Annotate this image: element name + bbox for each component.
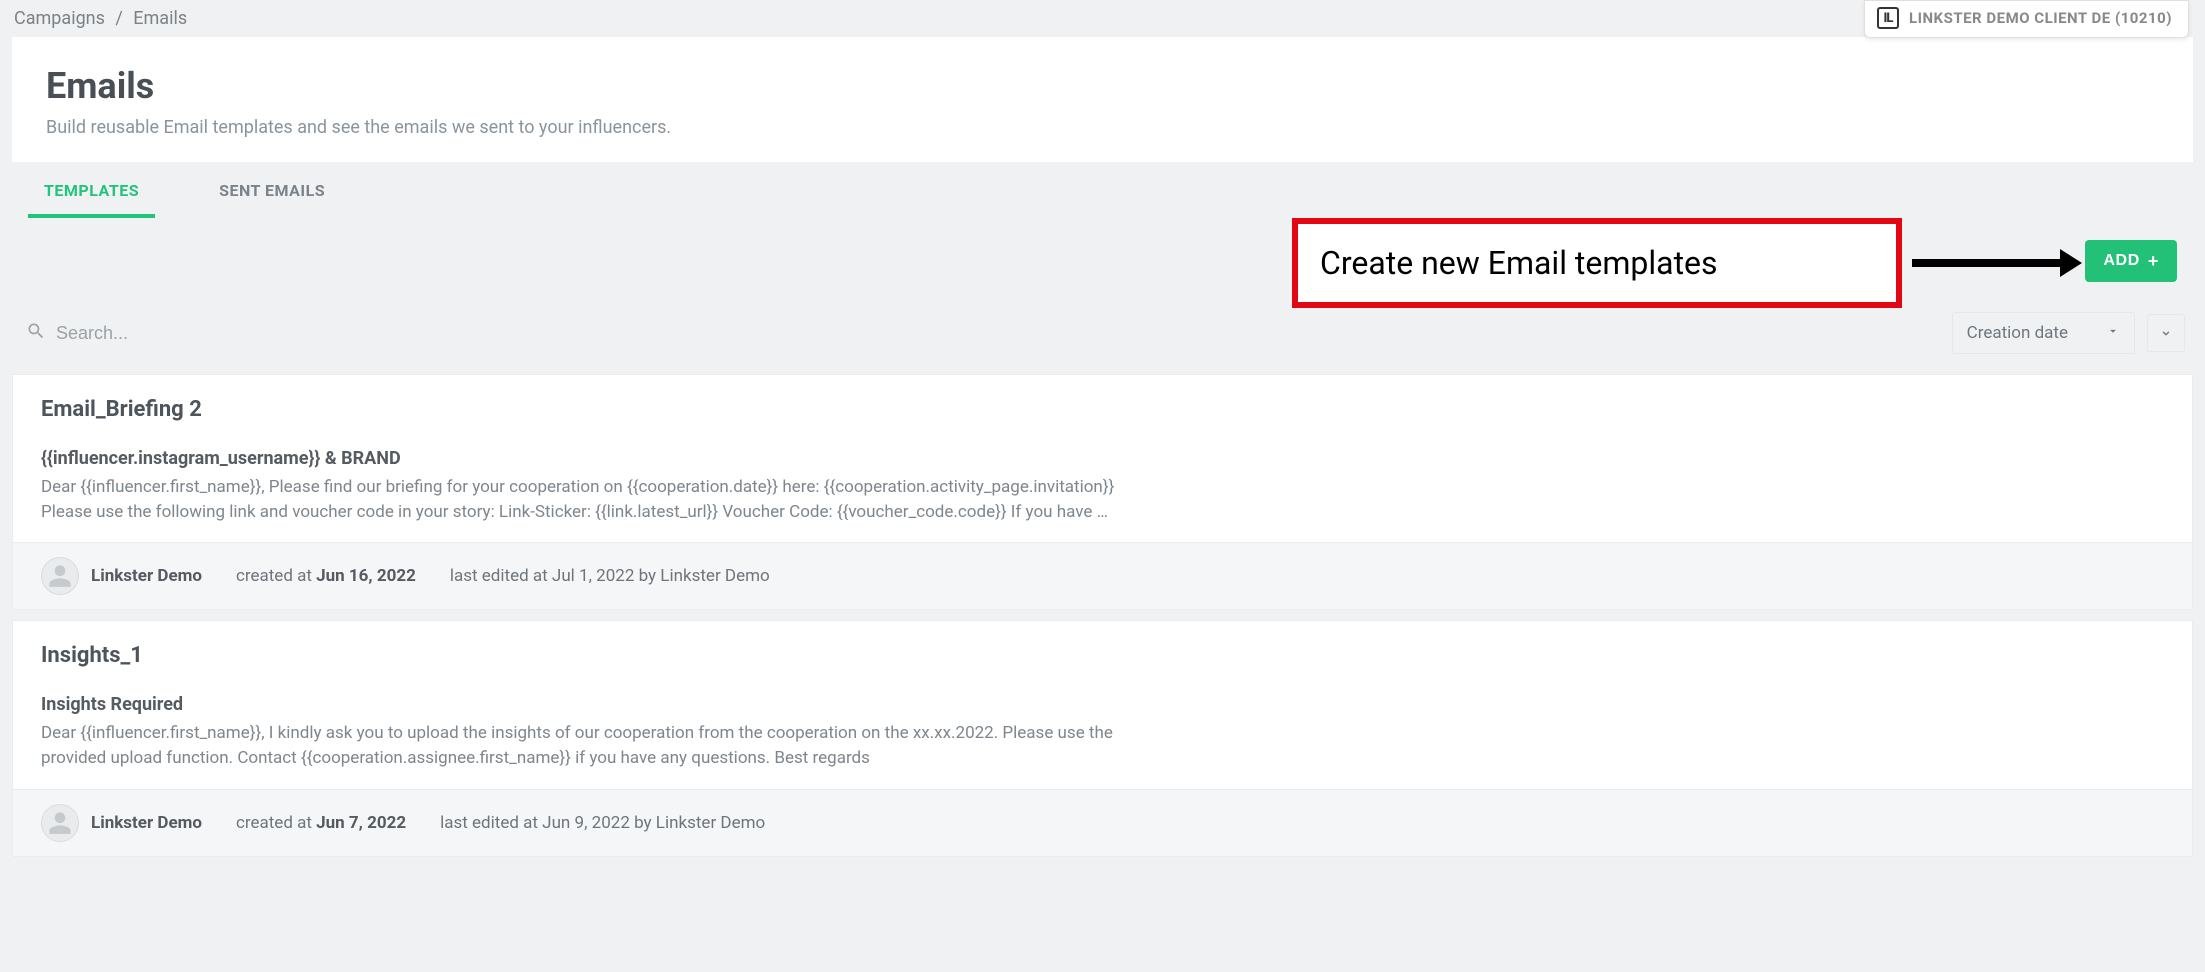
plus-icon: +	[2148, 252, 2159, 270]
template-edited: last edited at Jun 9, 2022 by Linkster D…	[440, 813, 765, 833]
filter-row: Creation date	[12, 302, 2193, 364]
created-date: Jun 7, 2022	[316, 813, 406, 833]
sort-direction-button[interactable]	[2147, 314, 2185, 352]
template-subject: {{influencer.instagram_username}} & BRAN…	[41, 448, 2164, 469]
arrow-line-icon	[1912, 259, 2060, 267]
avatar	[41, 804, 79, 842]
created-prefix: created at	[236, 813, 316, 833]
annotation-callout: Create new Email templates	[1292, 218, 1902, 308]
search-wrap	[20, 315, 1940, 351]
page-title: Emails	[46, 65, 2159, 107]
breadcrumb-current: Emails	[133, 8, 187, 29]
add-button[interactable]: ADD +	[2085, 240, 2177, 282]
template-created: created at Jun 7, 2022	[236, 813, 406, 833]
template-footer: Linkster Demo created at Jun 7, 2022 las…	[13, 789, 2192, 856]
add-button-label: ADD	[2103, 252, 2139, 270]
template-author: Linkster Demo	[91, 566, 202, 586]
client-chip[interactable]: IL LINKSTER DEMO CLIENT DE (10210)	[1864, 0, 2189, 38]
tabs: TEMPLATES SENT EMAILS	[12, 162, 2193, 218]
toolbar: Create new Email templates ADD +	[12, 218, 2193, 290]
chevron-down-icon	[2106, 323, 2120, 343]
tab-templates[interactable]: TEMPLATES	[28, 163, 155, 218]
template-title: Email_Briefing 2	[41, 397, 2164, 422]
arrow-down-icon	[2158, 323, 2174, 343]
template-author: Linkster Demo	[91, 813, 202, 833]
client-chip-label: LINKSTER DEMO CLIENT DE (10210)	[1909, 9, 2172, 27]
breadcrumb-separator: /	[115, 8, 122, 29]
template-created: created at Jun 16, 2022	[236, 566, 416, 586]
avatar	[41, 557, 79, 595]
template-edited: last edited at Jul 1, 2022 by Linkster D…	[450, 566, 770, 586]
page-subtitle: Build reusable Email templates and see t…	[46, 117, 2159, 138]
breadcrumb-root[interactable]: Campaigns	[14, 8, 105, 29]
annotation-callout-text: Create new Email templates	[1320, 244, 1718, 282]
template-title: Insights_1	[41, 643, 2164, 668]
template-preview: Dear {{influencer.first_name}}, Please f…	[41, 475, 1141, 524]
sort-select-label: Creation date	[1967, 323, 2068, 343]
tab-sent-emails[interactable]: SENT EMAILS	[203, 163, 341, 218]
page-header: Emails Build reusable Email templates an…	[12, 37, 2193, 162]
annotation-arrow	[1912, 257, 2082, 269]
template-card[interactable]: Insights_1 Insights Required Dear {{infl…	[12, 620, 2193, 856]
template-footer: Linkster Demo created at Jun 16, 2022 la…	[13, 542, 2192, 609]
template-preview: Dear {{influencer.first_name}}, I kindly…	[41, 721, 1141, 770]
template-subject: Insights Required	[41, 694, 2164, 715]
sort-select[interactable]: Creation date	[1952, 312, 2135, 354]
search-icon	[26, 321, 46, 345]
client-logo-icon: IL	[1877, 7, 1899, 29]
template-card[interactable]: Email_Briefing 2 {{influencer.instagram_…	[12, 374, 2193, 610]
created-date: Jun 16, 2022	[316, 566, 416, 586]
arrow-head-icon	[2060, 249, 2082, 277]
search-input[interactable]	[56, 323, 1934, 344]
created-prefix: created at	[236, 566, 316, 586]
